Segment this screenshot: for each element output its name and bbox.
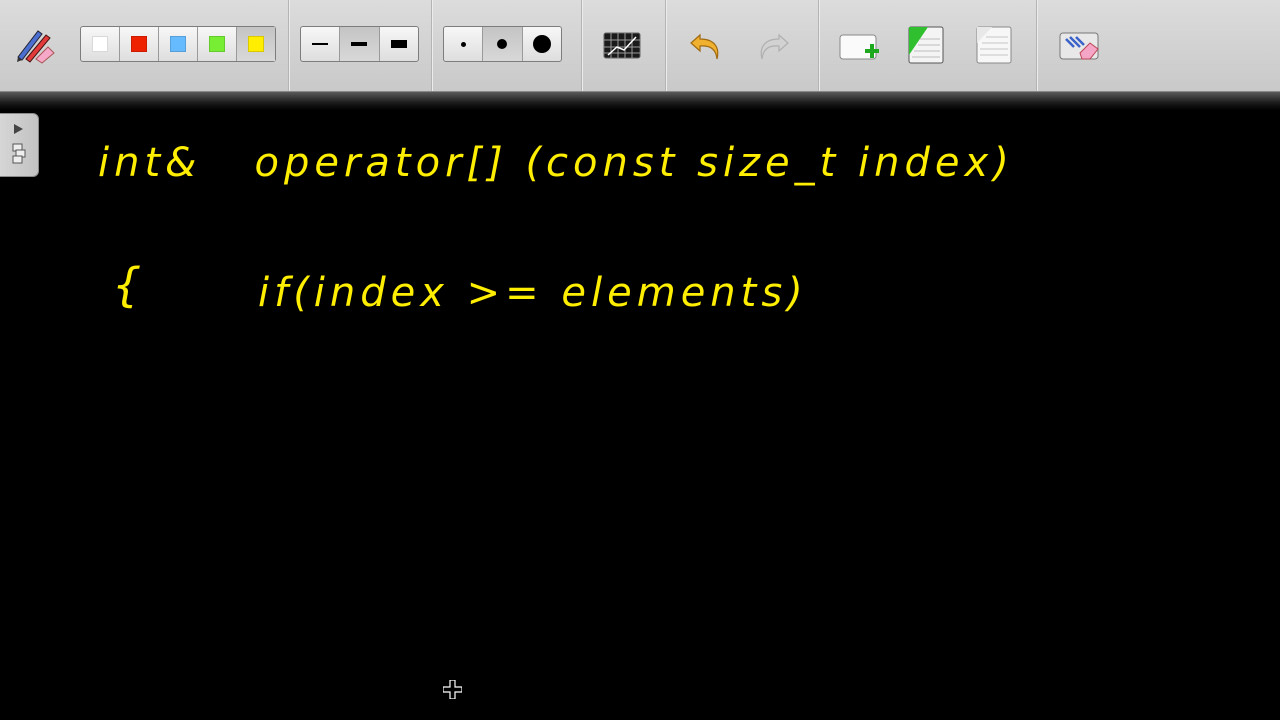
page-icon[interactable]: [974, 25, 1014, 65]
dot-small-button[interactable]: [444, 27, 482, 61]
handwritten-line-1: int& operator[] (const size_t index): [98, 140, 1014, 186]
grid-icon[interactable]: [602, 25, 642, 65]
side-panel-toggle[interactable]: [0, 113, 39, 177]
toolbar: [0, 0, 1280, 92]
page-green-icon[interactable]: [906, 25, 946, 65]
whiteboard-canvas[interactable]: int& operator[] (const size_t index) { i…: [0, 110, 1280, 720]
line-thick-button[interactable]: [378, 27, 418, 61]
dot-large-button[interactable]: [521, 27, 561, 61]
crosshair-cursor-icon: [442, 679, 463, 700]
color-yellow-button[interactable]: [236, 27, 275, 61]
pen-tool-icon[interactable]: [12, 25, 55, 65]
handwritten-brace: {: [112, 258, 147, 312]
add-page-icon[interactable]: [838, 25, 879, 65]
color-red-button[interactable]: [119, 27, 158, 61]
line-width-selector: [300, 26, 419, 62]
redo-icon: [753, 25, 793, 65]
line-medium-button[interactable]: [339, 27, 379, 61]
color-blue-button[interactable]: [158, 27, 197, 61]
undo-icon[interactable]: [686, 25, 726, 65]
handwritten-line-2: if(index >= elements): [258, 270, 808, 316]
line-thin-button[interactable]: [301, 27, 339, 61]
clear-eraser-icon[interactable]: [1058, 25, 1099, 65]
toolbar-shadow: [0, 92, 1280, 110]
dot-size-selector: [443, 26, 562, 62]
color-green-button[interactable]: [197, 27, 236, 61]
dot-medium-button[interactable]: [482, 27, 522, 61]
color-palette: [80, 26, 276, 62]
color-white-button[interactable]: [81, 27, 119, 61]
